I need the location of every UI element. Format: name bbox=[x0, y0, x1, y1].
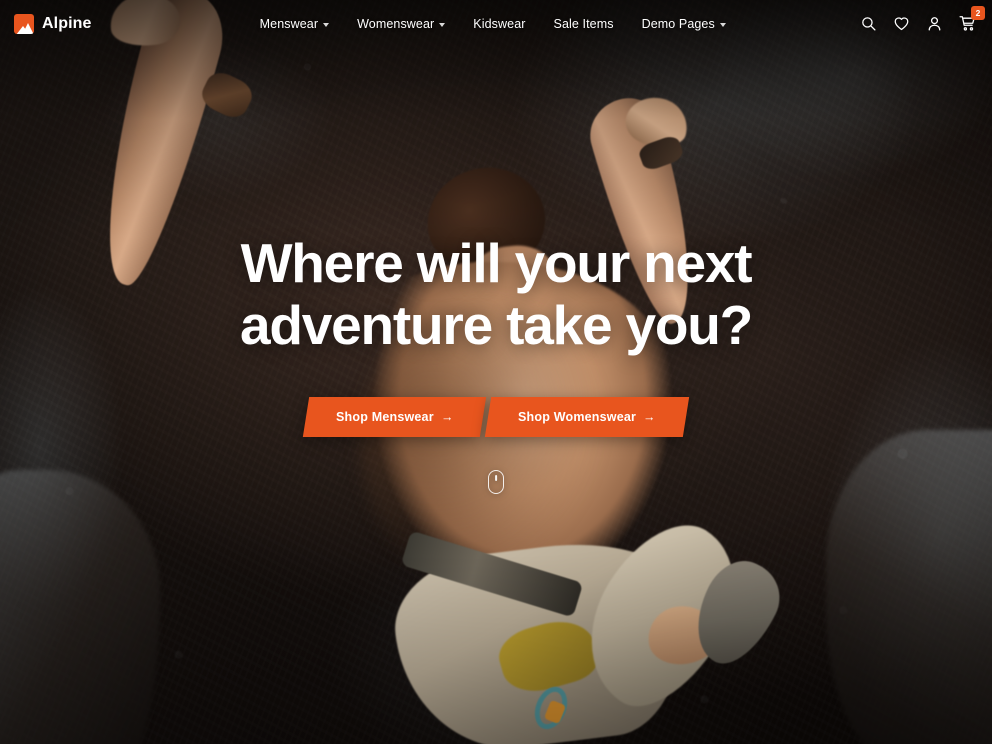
nav-item-demo-pages[interactable]: Demo Pages bbox=[642, 17, 726, 31]
shop-womenswear-label: Shop Womenswear bbox=[517, 410, 636, 425]
hero-cta-group: Shop Menswear → Shop Womenswear → bbox=[303, 397, 689, 438]
nav-item-label: Kidswear bbox=[473, 16, 526, 31]
main-navigation: Menswear Womenswear Kidswear Sale Items … bbox=[126, 17, 861, 31]
nav-item-menswear[interactable]: Menswear bbox=[259, 16, 330, 31]
hero-section: Alpine Menswear Womenswear Kidswear Sale… bbox=[0, 0, 992, 744]
arrow-right-icon: → bbox=[441, 410, 454, 425]
mountain-icon bbox=[14, 13, 34, 34]
page-title: Where will your next adventure take you? bbox=[239, 232, 753, 357]
header-actions: 2 bbox=[860, 6, 985, 32]
chevron-down-icon bbox=[719, 22, 726, 27]
brand-logo-link[interactable]: Alpine bbox=[14, 13, 92, 34]
nav-item-sale-items[interactable]: Sale Items bbox=[554, 17, 614, 31]
nav-item-womenswear[interactable]: Womenswear bbox=[357, 16, 446, 31]
chevron-down-icon bbox=[323, 22, 330, 27]
chevron-down-icon bbox=[439, 22, 446, 27]
user-icon[interactable] bbox=[926, 15, 943, 32]
arrow-right-icon: → bbox=[642, 410, 656, 425]
nav-item-label: Sale Items bbox=[553, 16, 614, 31]
shop-menswear-label: Shop Menswear bbox=[336, 410, 435, 425]
nav-item-label: Womenswear bbox=[357, 16, 435, 31]
heart-icon[interactable] bbox=[893, 15, 910, 32]
nav-item-label: Menswear bbox=[259, 16, 319, 31]
cart-count-badge: 2 bbox=[971, 6, 985, 20]
shop-womenswear-button[interactable]: Shop Womenswear → bbox=[484, 397, 689, 438]
shop-menswear-button[interactable]: Shop Menswear → bbox=[303, 397, 488, 438]
cart-button[interactable]: 2 bbox=[959, 6, 985, 32]
search-icon[interactable] bbox=[860, 15, 877, 32]
nav-item-kidswear[interactable]: Kidswear bbox=[473, 17, 525, 31]
site-header: Alpine Menswear Womenswear Kidswear Sale… bbox=[0, 0, 992, 47]
nav-item-label: Demo Pages bbox=[641, 16, 715, 31]
mouse-scroll-icon[interactable] bbox=[488, 470, 504, 494]
hero-content: Where will your next adventure take you?… bbox=[0, 232, 992, 438]
brand-name: Alpine bbox=[42, 14, 92, 32]
